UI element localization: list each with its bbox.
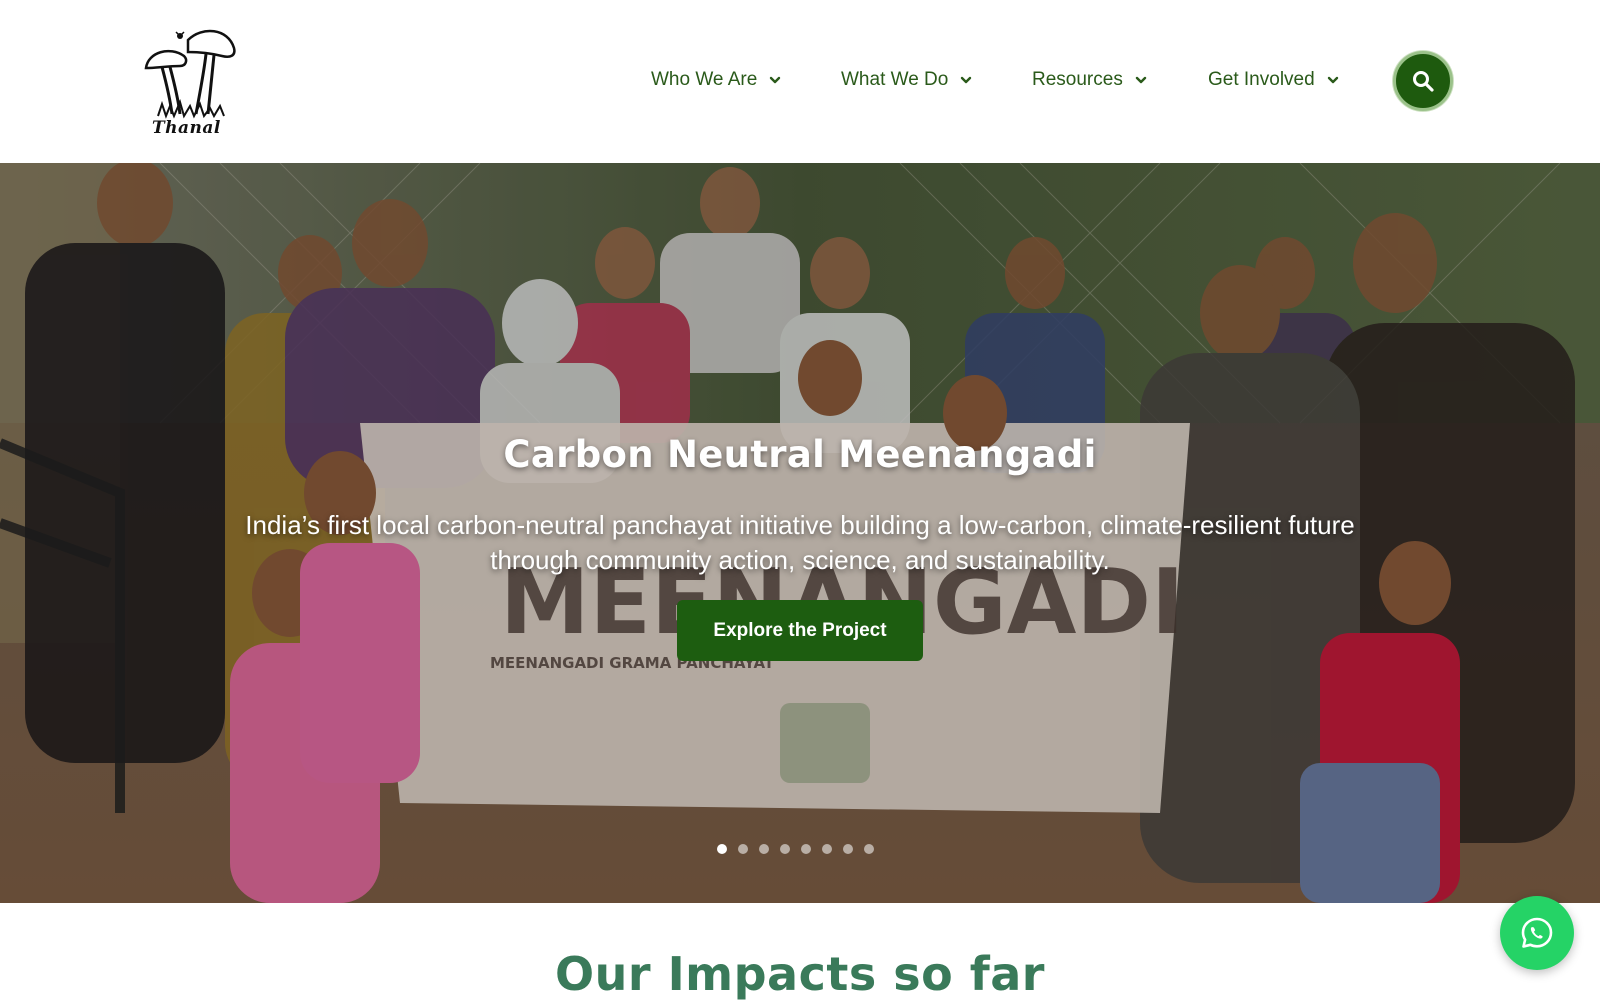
explore-project-button[interactable]: Explore the Project <box>677 600 923 661</box>
nav-label: Who We Are <box>651 69 758 90</box>
hero-title: Carbon Neutral Meenangadi <box>503 433 1097 476</box>
slider-dot-3[interactable] <box>759 844 769 854</box>
slider-dot-1[interactable] <box>717 844 727 854</box>
site-header: Thanal Who We Are What We Do Resources G… <box>0 0 1600 163</box>
nav-who-we-are[interactable]: Who We Are <box>651 64 781 96</box>
search-icon <box>1413 71 1434 92</box>
whatsapp-icon <box>1521 917 1553 948</box>
slider-dots <box>717 844 874 858</box>
mushroom-logo-icon <box>144 29 236 119</box>
slider-dot-7[interactable] <box>843 844 853 854</box>
impacts-heading: Our Impacts so far <box>555 947 1045 1000</box>
nav-label: Get Involved <box>1208 69 1315 90</box>
nav-resources[interactable]: Resources <box>1032 64 1147 96</box>
slider-dot-2[interactable] <box>738 844 748 854</box>
hero-subtitle-line1: India’s first local carbon-neutral panch… <box>245 510 1355 540</box>
hero-subtitle-line2: through community action, science, and s… <box>490 545 1110 575</box>
hero-slider: MEENANGADI MEENANGADI GRAMA PANCHAYAT Ca… <box>0 163 1600 903</box>
slider-dot-6[interactable] <box>822 844 832 854</box>
hero-subtitle: India’s first local carbon-neutral panch… <box>200 508 1400 578</box>
chevron-down-icon <box>1327 76 1338 84</box>
slider-dot-5[interactable] <box>801 844 811 854</box>
slider-dot-4[interactable] <box>780 844 790 854</box>
search-button[interactable] <box>1393 51 1453 111</box>
whatsapp-button[interactable] <box>1500 896 1574 970</box>
chevron-down-icon <box>961 76 972 84</box>
nav-get-involved[interactable]: Get Involved <box>1208 64 1339 96</box>
nav-label: What We Do <box>841 69 949 90</box>
logo-text: Thanal <box>152 118 221 138</box>
nav-label: Resources <box>1032 69 1123 90</box>
chevron-down-icon <box>770 76 781 84</box>
chevron-down-icon <box>1135 76 1147 84</box>
slider-dot-8[interactable] <box>864 844 874 854</box>
nav-what-we-do[interactable]: What We Do <box>841 64 972 96</box>
site-logo[interactable]: Thanal <box>140 22 240 140</box>
